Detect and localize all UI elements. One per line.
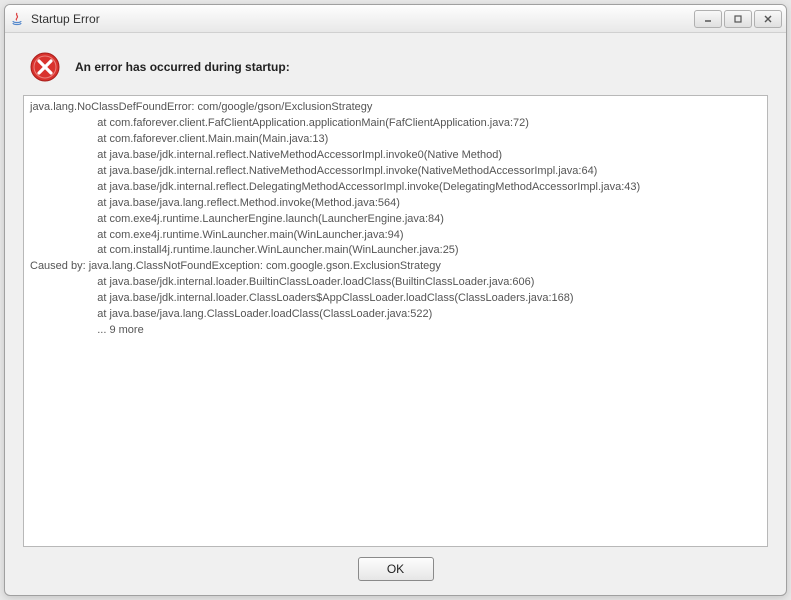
stacktrace-line: ... 9 more	[30, 323, 761, 339]
stacktrace-area[interactable]: java.lang.NoClassDefFoundError: com/goog…	[23, 95, 768, 547]
title-bar: Startup Error	[5, 5, 786, 33]
button-row: OK	[23, 547, 768, 585]
stacktrace-line: at java.base/jdk.internal.loader.ClassLo…	[30, 291, 761, 307]
stacktrace-line: at java.base/jdk.internal.reflect.Native…	[30, 164, 761, 180]
stacktrace-line: at com.exe4j.runtime.WinLauncher.main(Wi…	[30, 228, 761, 244]
stacktrace-line: at java.base/jdk.internal.loader.Builtin…	[30, 275, 761, 291]
stacktrace-line: at com.exe4j.runtime.LauncherEngine.laun…	[30, 212, 761, 228]
ok-button[interactable]: OK	[358, 557, 434, 581]
stacktrace-line: at java.base/jdk.internal.reflect.Delega…	[30, 180, 761, 196]
window-controls	[692, 10, 782, 28]
stacktrace-line: Caused by: java.lang.ClassNotFoundExcept…	[30, 259, 761, 275]
header-row: An error has occurred during startup:	[23, 43, 768, 95]
window-title: Startup Error	[31, 12, 692, 26]
stacktrace-line: at com.faforever.client.Main.main(Main.j…	[30, 132, 761, 148]
close-button[interactable]	[754, 10, 782, 28]
maximize-button[interactable]	[724, 10, 752, 28]
dialog-content: An error has occurred during startup: ja…	[5, 33, 786, 595]
error-heading: An error has occurred during startup:	[75, 60, 290, 74]
dialog-window: Startup Error An error has	[4, 4, 787, 596]
stacktrace-line: at java.base/java.lang.ClassLoader.loadC…	[30, 307, 761, 323]
stacktrace-line: java.lang.NoClassDefFoundError: com/goog…	[30, 100, 761, 116]
error-icon	[29, 51, 61, 83]
java-icon	[9, 11, 25, 27]
stacktrace-line: at java.base/java.lang.reflect.Method.in…	[30, 196, 761, 212]
stacktrace-line: at com.faforever.client.FafClientApplica…	[30, 116, 761, 132]
minimize-button[interactable]	[694, 10, 722, 28]
stacktrace-line: at java.base/jdk.internal.reflect.Native…	[30, 148, 761, 164]
stacktrace-line: at com.install4j.runtime.launcher.WinLau…	[30, 243, 761, 259]
